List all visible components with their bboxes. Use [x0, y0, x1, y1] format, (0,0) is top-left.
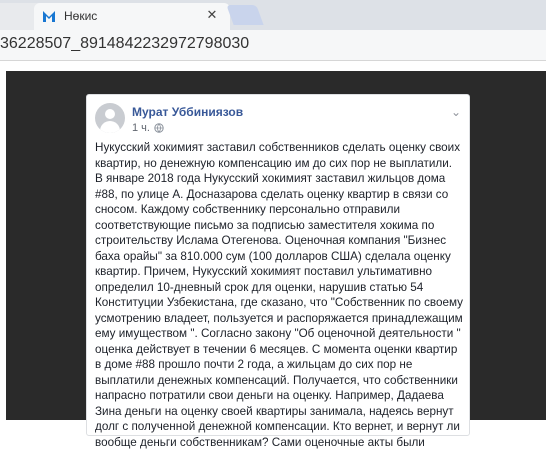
facebook-post: Мурат Уббиниязов 1 ч. ⌄ Нукусский хокими… — [86, 94, 470, 449]
browser-tab-active[interactable]: Нөкис ✕ — [34, 3, 230, 30]
address-bar[interactable]: 36228507_8914842232972798030 — [0, 35, 249, 53]
new-tab-button[interactable] — [226, 5, 264, 25]
tab-title: Нөкис — [64, 9, 98, 23]
avatar[interactable] — [95, 103, 125, 133]
avatar-body-shape — [100, 121, 120, 133]
post-options-chevron-icon[interactable]: ⌄ — [451, 105, 461, 119]
tab-bar: ✕ Нөкис ✕ — [0, 0, 546, 30]
post-paragraph: В январе 2018 года Нукусский хокимият за… — [95, 172, 464, 449]
page-top-gap — [0, 61, 546, 71]
nokis-favicon-icon — [43, 11, 55, 22]
post-author[interactable]: Мурат Уббиниязов — [132, 105, 243, 119]
globe-icon — [154, 123, 164, 133]
post-text: Нукусский хокимият заставил собственнико… — [95, 140, 463, 450]
avatar-head-shape — [105, 109, 115, 119]
post-paragraph: Нукусский хокимият заставил собственнико… — [95, 141, 461, 170]
close-tab-icon[interactable]: ✕ — [204, 7, 220, 23]
browser-toolbar: 36228507_8914842232972798030 — [0, 30, 546, 61]
post-timestamp[interactable]: 1 ч. — [132, 122, 150, 134]
